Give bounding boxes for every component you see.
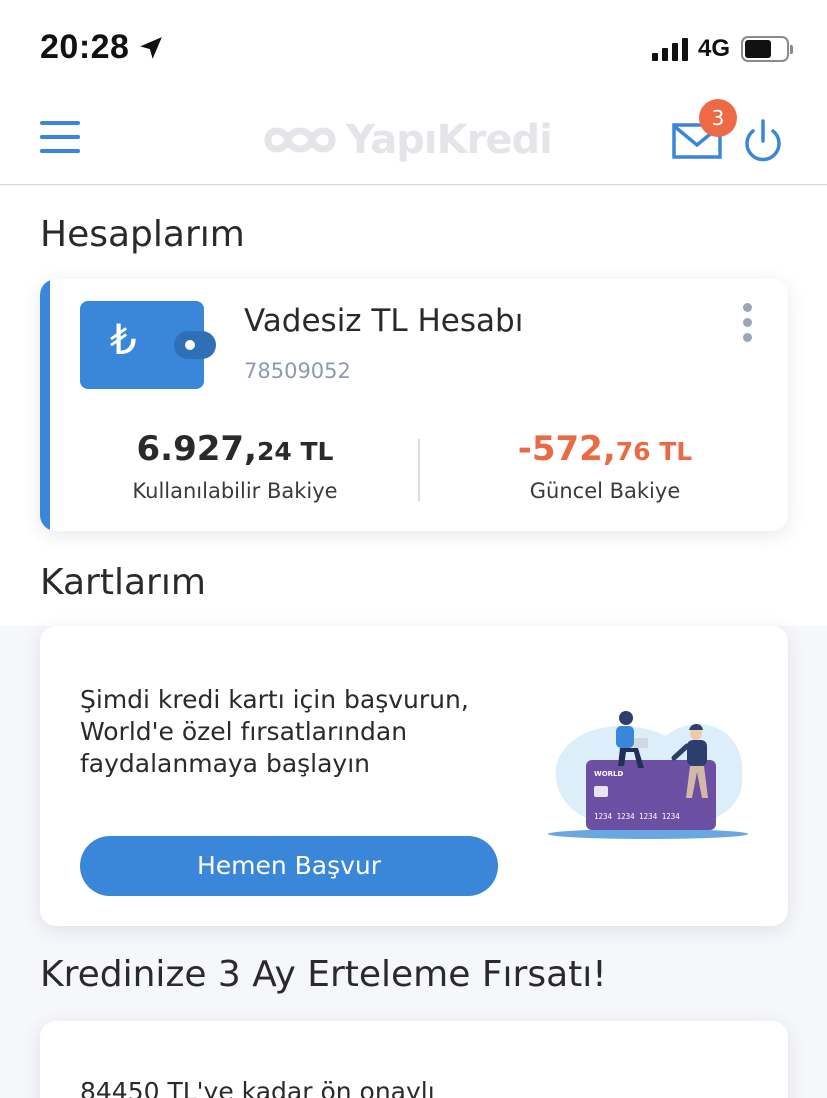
signal-icon bbox=[652, 37, 688, 61]
logout-button[interactable] bbox=[740, 117, 786, 165]
promo-line: World'e özel fırsatlarından bbox=[80, 717, 408, 746]
account-card[interactable]: ₺ Vadesiz TL Hesabı 78509052 6.927,24 TL… bbox=[40, 279, 788, 531]
status-time: 20:28 bbox=[40, 28, 130, 66]
brand-name: YapıKredi bbox=[346, 117, 553, 163]
balance-divider bbox=[418, 439, 420, 501]
promo-line: Şimdi kredi kartı için başvurun, bbox=[80, 685, 469, 714]
available-balance: 6.927,24 TL Kullanılabilir Bakiye bbox=[70, 429, 400, 503]
account-number: 78509052 bbox=[244, 359, 351, 383]
apply-now-button[interactable]: Hemen Başvur bbox=[80, 836, 498, 896]
yapikredi-logo-icon bbox=[264, 127, 336, 153]
currency-symbol: ₺ bbox=[110, 315, 137, 364]
wallet-lira-icon: ₺ bbox=[80, 301, 216, 389]
network-label: 4G bbox=[698, 35, 731, 62]
main-content: Hesaplarım ₺ Vadesiz TL Hesabı 78509052 … bbox=[0, 186, 827, 1098]
current-balance-int: -572, bbox=[517, 429, 616, 469]
promo-line: faydalanmaya başlayın bbox=[80, 749, 371, 778]
brand-logo: YapıKredi bbox=[260, 117, 553, 163]
hamburger-menu-icon[interactable] bbox=[40, 121, 80, 157]
promo-text: Şimdi kredi kartı için başvurun, World'e… bbox=[80, 684, 500, 780]
status-bar: 20:28 4G bbox=[0, 0, 827, 95]
current-balance: -572,76 TL Güncel Bakiye bbox=[440, 429, 770, 503]
notification-badge: 3 bbox=[699, 99, 737, 137]
available-balance-int: 6.927, bbox=[136, 429, 257, 469]
illustration-card-number: 1234 1234 1234 1234 bbox=[594, 812, 680, 821]
current-balance-dec: 76 TL bbox=[615, 437, 693, 466]
credit-card-illustration: WORLD 1234 1234 1234 1234 bbox=[548, 711, 748, 839]
cards-title: Kartlarım bbox=[40, 562, 206, 603]
credit-card-promo: Şimdi kredi kartı için başvurun, World'e… bbox=[40, 626, 788, 926]
loan-text: 84450 TL'ye kadar ön onaylı bbox=[80, 1077, 435, 1098]
accounts-title: Hesaplarım bbox=[40, 214, 245, 255]
loan-card[interactable]: 84450 TL'ye kadar ön onaylı bbox=[40, 1021, 788, 1098]
location-arrow-icon bbox=[140, 37, 162, 59]
account-card-accent bbox=[40, 279, 50, 531]
account-name: Vadesiz TL Hesabı bbox=[244, 303, 524, 339]
illustration-card-brand: WORLD bbox=[594, 770, 624, 778]
available-balance-dec: 24 TL bbox=[256, 437, 334, 466]
available-balance-label: Kullanılabilir Bakiye bbox=[132, 479, 338, 503]
more-options-icon[interactable] bbox=[740, 303, 754, 343]
power-icon bbox=[745, 119, 781, 162]
app-header: YapıKredi 3 bbox=[0, 95, 827, 185]
battery-icon bbox=[741, 36, 793, 62]
current-balance-label: Güncel Bakiye bbox=[529, 479, 681, 503]
loan-title: Kredinize 3 Ay Erteleme Fırsatı! bbox=[40, 954, 607, 995]
